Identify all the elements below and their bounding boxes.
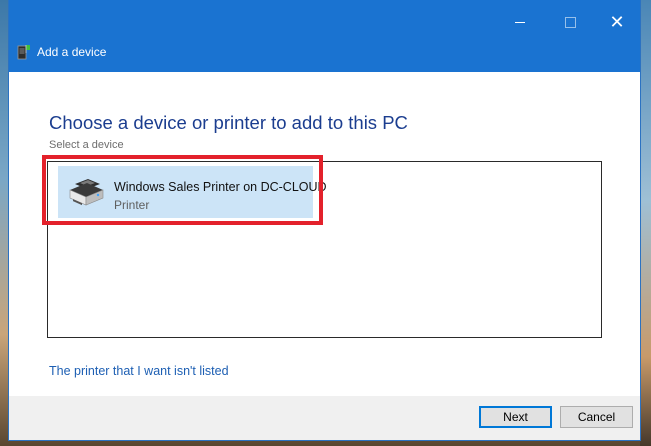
add-device-icon	[17, 45, 30, 60]
maximize-button[interactable]	[547, 8, 593, 36]
section-label: Select a device	[49, 139, 124, 151]
maximize-icon	[564, 16, 576, 28]
dialog-footer: Next Cancel	[9, 396, 640, 440]
minimize-button[interactable]	[497, 8, 543, 36]
page-title: Choose a device or printer to add to thi…	[49, 112, 408, 133]
close-button[interactable]: ✕	[594, 8, 640, 36]
next-button[interactable]: Next	[479, 406, 552, 428]
close-icon: ✕	[609, 12, 625, 32]
printer-not-listed-link[interactable]: The printer that I want isn't listed	[49, 364, 229, 378]
window-title: Add a device	[37, 45, 107, 59]
minimize-icon	[515, 21, 525, 23]
desktop-background-edge	[640, 0, 651, 446]
selection-highlight-box	[42, 155, 323, 225]
cancel-button[interactable]: Cancel	[560, 406, 633, 428]
title-bar[interactable]: ✕ Add a device	[9, 0, 640, 72]
add-device-dialog: ✕ Add a device Choose a device or printe…	[9, 0, 640, 440]
